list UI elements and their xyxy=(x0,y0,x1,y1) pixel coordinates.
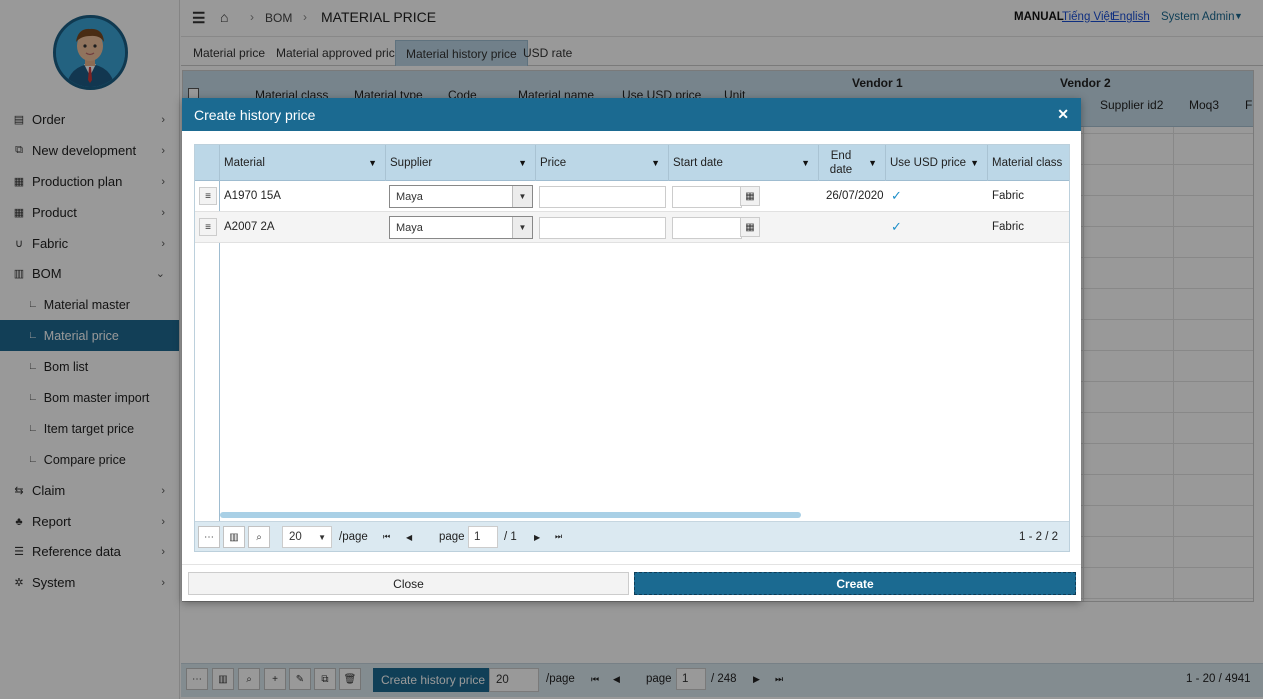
dropdown-arrow-icon: ▼ xyxy=(318,532,326,542)
filter-icon[interactable]: ▼ xyxy=(801,158,810,168)
row-drag-handle-icon[interactable]: ≡ xyxy=(199,218,217,236)
grid-pager: ⋯ ▥ ⌕ 20 ▼ /page ⏮ ◀ page 1 / 1 ▶ ⏭ 1 - … xyxy=(195,521,1069,551)
column-header-supplier[interactable]: Supplier ▼ xyxy=(386,145,536,181)
cell-material: A2007 2A xyxy=(224,221,275,233)
supplier-select-value: Maya xyxy=(396,221,423,234)
column-label: Material class xyxy=(992,157,1063,169)
dialog-title: Create history price xyxy=(194,106,316,123)
last-page-icon[interactable]: ⏭ xyxy=(555,522,562,552)
filter-icon[interactable]: ▼ xyxy=(868,158,877,168)
column-header-price[interactable]: Price ▼ xyxy=(536,145,669,181)
cell-material-class: Fabric xyxy=(992,221,1024,233)
calendar-icon[interactable]: ▦ xyxy=(740,186,760,206)
price-input[interactable] xyxy=(539,217,666,239)
cell-material-class: Fabric xyxy=(992,190,1024,202)
create-history-price-dialog: Create history price ✕ Material ▼ Suppli… xyxy=(182,98,1081,601)
checkmark-icon: ✓ xyxy=(891,219,902,234)
supplier-select[interactable]: Maya ▼ xyxy=(389,185,533,208)
column-label: Use USD price xyxy=(890,157,967,169)
column-header-material[interactable]: Material ▼ xyxy=(220,145,386,181)
dialog-header: Create history price ✕ xyxy=(182,98,1081,131)
close-button[interactable]: Close xyxy=(188,572,629,595)
row-drag-handle-icon[interactable]: ≡ xyxy=(199,187,217,205)
per-page-label: /page xyxy=(339,531,368,543)
column-header-start-date[interactable]: Start date ▼ xyxy=(669,145,819,181)
calendar-icon[interactable]: ▦ xyxy=(740,217,760,237)
page-label: page xyxy=(439,531,465,543)
supplier-select-value: Maya xyxy=(396,190,423,203)
column-header-end-date[interactable]: End date ▼ xyxy=(819,145,886,181)
checkmark-icon: ✓ xyxy=(891,188,902,203)
dropdown-arrow-icon[interactable]: ▼ xyxy=(512,217,532,238)
table-row: ≡ A2007 2A Maya ▼ ▦ ✓ Fabric xyxy=(195,212,1069,243)
filter-icon[interactable]: ▼ xyxy=(651,158,660,168)
horizontal-scrollbar[interactable] xyxy=(220,512,801,518)
column-label: Start date xyxy=(673,157,723,169)
first-page-icon[interactable]: ⏮ xyxy=(383,522,390,552)
supplier-select[interactable]: Maya ▼ xyxy=(389,216,533,239)
cell-material: A1970 15A xyxy=(224,190,281,202)
cell-end-date: 26/07/2020 xyxy=(826,190,884,202)
dropdown-arrow-icon[interactable]: ▼ xyxy=(512,186,532,207)
dialog-divider xyxy=(182,564,1081,565)
more-icon[interactable]: ⋯ xyxy=(198,526,220,548)
column-header-use-usd-price[interactable]: Use USD price ▼ xyxy=(886,145,988,181)
price-input[interactable] xyxy=(539,186,666,208)
column-label: Price xyxy=(540,157,567,169)
table-row: ≡ A1970 15A Maya ▼ ▦ 26/07/2020 ✓ Fabric xyxy=(195,181,1069,212)
create-button[interactable]: Create xyxy=(634,572,1076,595)
columns-icon[interactable]: ▥ xyxy=(223,526,245,548)
search-icon[interactable]: ⌕ xyxy=(248,526,270,548)
start-date-input[interactable] xyxy=(672,217,742,239)
filter-icon[interactable]: ▼ xyxy=(518,158,527,168)
column-header-material-class[interactable]: Material class xyxy=(988,145,1069,181)
start-date-input[interactable] xyxy=(672,186,742,208)
filter-icon[interactable]: ▼ xyxy=(970,158,979,168)
column-label: Supplier xyxy=(390,157,433,169)
page-size-value: 20 xyxy=(289,531,302,543)
page-size-select[interactable]: 20 ▼ xyxy=(282,526,332,548)
cell-end-date xyxy=(822,212,826,242)
column-label: End date xyxy=(829,150,853,176)
grid-header: Material ▼ Supplier ▼ Price ▼ Start date… xyxy=(195,145,1069,181)
filter-icon[interactable]: ▼ xyxy=(368,158,377,168)
close-icon[interactable]: ✕ xyxy=(1057,106,1069,123)
history-price-grid: Material ▼ Supplier ▼ Price ▼ Start date… xyxy=(194,144,1070,552)
record-range-label: 1 - 2 / 2 xyxy=(1019,531,1058,543)
next-page-icon[interactable]: ▶ xyxy=(534,522,540,552)
page-number-input[interactable]: 1 xyxy=(468,526,498,548)
total-pages-label: / 1 xyxy=(504,531,517,543)
row-handle-header xyxy=(195,145,220,181)
prev-page-icon[interactable]: ◀ xyxy=(406,522,412,552)
column-label: Material xyxy=(224,157,265,169)
